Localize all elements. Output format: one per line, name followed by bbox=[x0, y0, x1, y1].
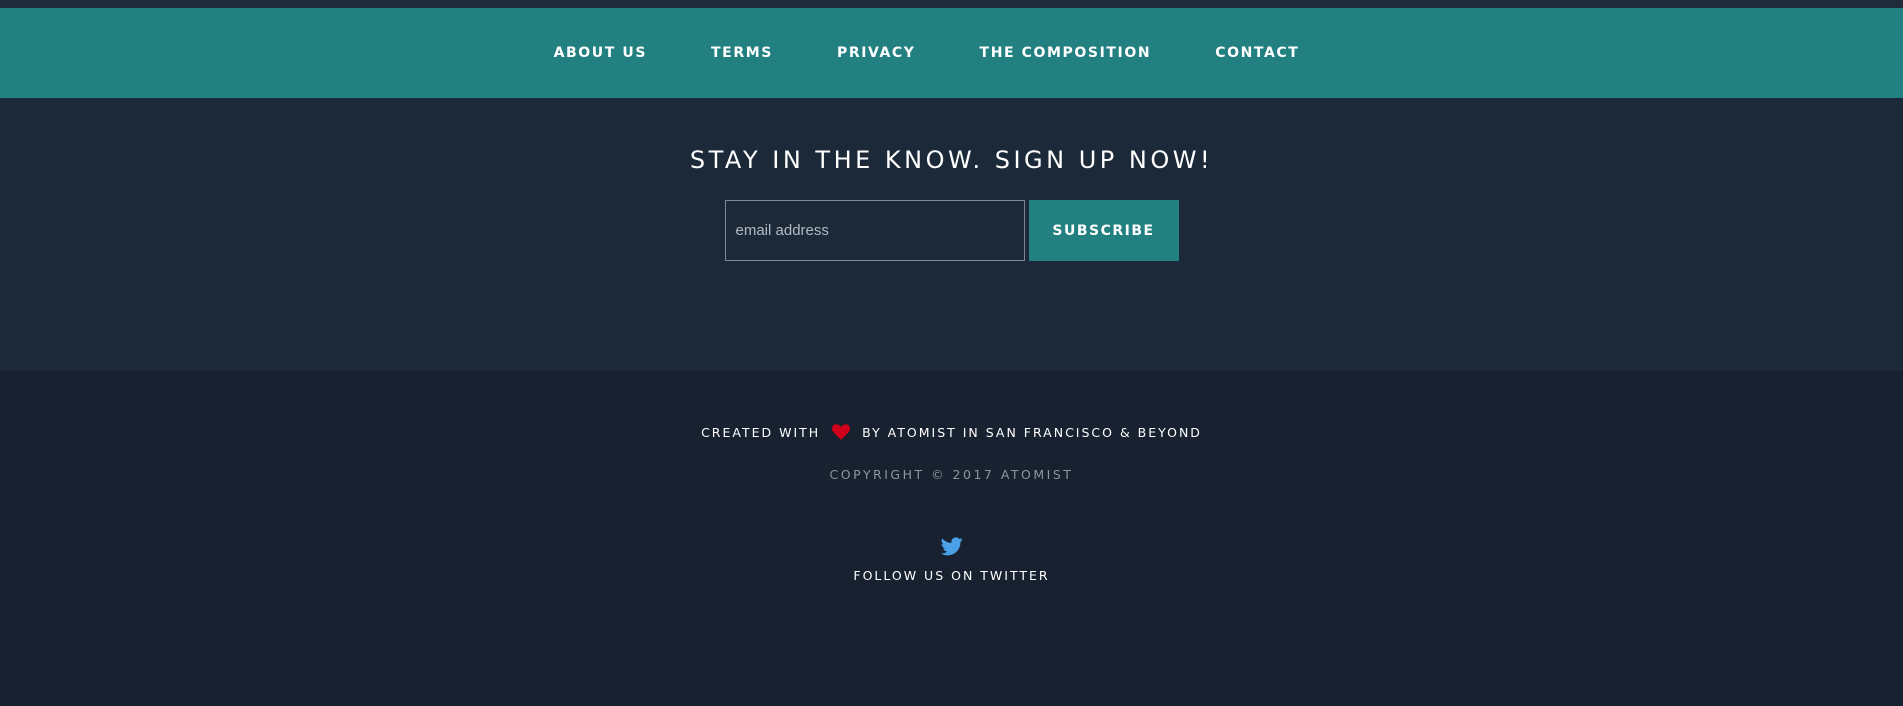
site-footer: CREATED WITH BY ATOMIST IN SAN FRANCISCO… bbox=[0, 371, 1903, 706]
twitter-bird-graphic bbox=[940, 537, 963, 556]
subscribe-button[interactable]: SUBSCRIBE bbox=[1028, 200, 1179, 261]
nav-about-us-link[interactable]: ABOUT US bbox=[554, 45, 647, 61]
heart-icon-graphic bbox=[832, 424, 851, 440]
credit-suffix: BY ATOMIST IN SAN FRANCISCO & BEYOND bbox=[862, 424, 1202, 440]
top-edge bbox=[0, 0, 1903, 8]
twitter-follow: FOLLOW US ON TWITTER bbox=[0, 537, 1903, 583]
nav-the-composition-link[interactable]: THE COMPOSITION bbox=[980, 45, 1152, 61]
nav-terms-link[interactable]: TERMS bbox=[711, 45, 773, 61]
footer-navigation: ABOUT US TERMS PRIVACY THE COMPOSITION C… bbox=[0, 8, 1903, 98]
newsletter-signup-section: STAY IN THE KNOW. SIGN UP NOW! SUBSCRIBE bbox=[0, 98, 1903, 371]
follow-us-on-twitter-link[interactable]: FOLLOW US ON TWITTER bbox=[853, 568, 1049, 583]
twitter-icon[interactable] bbox=[940, 537, 963, 556]
nav-privacy-link[interactable]: PRIVACY bbox=[837, 45, 916, 61]
signup-heading: STAY IN THE KNOW. SIGN UP NOW! bbox=[689, 146, 1214, 174]
newsletter-form: SUBSCRIBE bbox=[0, 200, 1903, 261]
heart-icon bbox=[832, 424, 851, 440]
credit-line: CREATED WITH BY ATOMIST IN SAN FRANCISCO… bbox=[0, 424, 1903, 440]
credit-prefix: CREATED WITH bbox=[701, 424, 821, 440]
copyright-text: COPYRIGHT © 2017 ATOMIST bbox=[829, 467, 1074, 482]
nav-contact-link[interactable]: CONTACT bbox=[1215, 45, 1299, 61]
email-input[interactable] bbox=[724, 200, 1025, 261]
